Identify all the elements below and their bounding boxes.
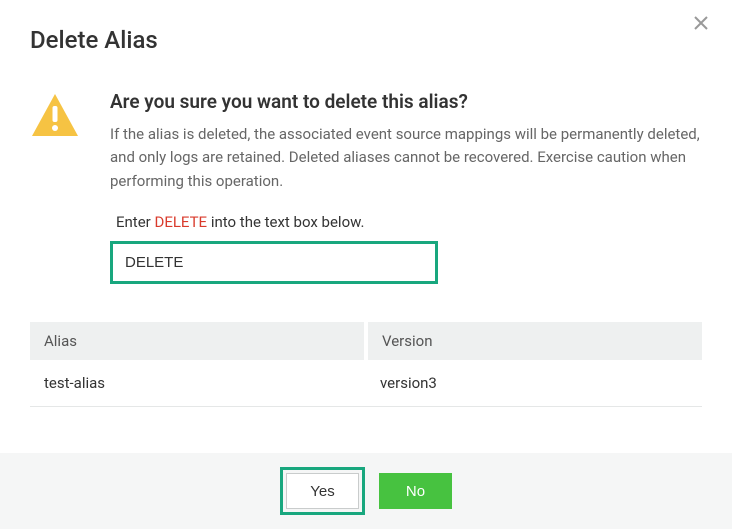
dialog-title: Delete Alias (30, 26, 702, 54)
enter-suffix: into the text box below. (207, 213, 364, 231)
cell-alias: test-alias (30, 360, 366, 407)
yes-button[interactable]: Yes (286, 473, 359, 509)
enter-keyword: DELETE (154, 213, 207, 231)
col-alias: Alias (30, 322, 366, 360)
col-version: Version (366, 322, 702, 360)
confirm-delete-input[interactable] (115, 246, 433, 279)
dialog-footer: Yes No (0, 453, 732, 529)
enter-instruction: Enter DELETE into the text box below. (110, 213, 702, 231)
table-row: test-alias version3 (30, 360, 702, 407)
warning-icon (30, 92, 80, 142)
warning-description: If the alias is deleted, the associated … (110, 123, 702, 193)
enter-prefix: Enter (116, 213, 154, 231)
cell-version: version3 (366, 360, 702, 407)
no-button[interactable]: No (379, 473, 452, 509)
delete-alias-dialog: Delete Alias Are you sure you want to de… (0, 0, 732, 407)
warning-section: Are you sure you want to delete this ali… (30, 90, 702, 322)
alias-table: Alias Version test-alias version3 (30, 322, 702, 407)
warning-heading: Are you sure you want to delete this ali… (110, 90, 702, 113)
close-icon[interactable] (692, 14, 710, 32)
yes-button-highlight: Yes (280, 467, 365, 515)
confirm-input-highlight (110, 241, 438, 284)
